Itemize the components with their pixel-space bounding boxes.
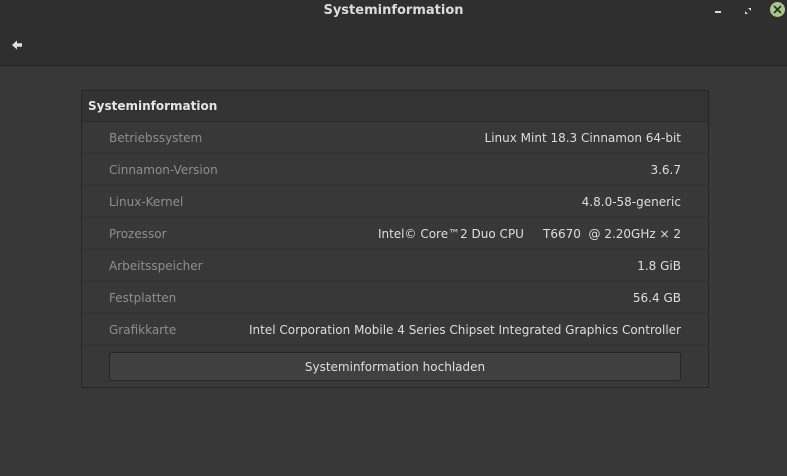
info-row-cinnamon-version: Cinnamon-Version 3.6.7 (82, 154, 708, 186)
system-info-panel: Systeminformation Betriebssystem Linux M… (81, 90, 709, 388)
close-button[interactable] (770, 2, 785, 17)
minimize-button[interactable] (710, 3, 726, 19)
info-label: Cinnamon-Version (109, 162, 218, 177)
info-row-linux-kernel: Linux-Kernel 4.8.0-58-generic (82, 186, 708, 218)
info-value: 4.8.0-58-generic (581, 194, 681, 209)
panel-title: Systeminformation (82, 91, 708, 122)
info-label: Grafikkarte (109, 322, 177, 337)
maximize-button[interactable] (740, 3, 756, 19)
info-value: Intel Corporation Mobile 4 Series Chipse… (248, 322, 681, 337)
info-value: 56.4 GB (632, 290, 681, 305)
info-row-prozessor: Prozessor Intel© Core™2 Duo CPU T6670 @ … (82, 218, 708, 250)
info-row-arbeitsspeicher: Arbeitsspeicher 1.8 GiB (82, 250, 708, 282)
info-label: Betriebssystem (109, 130, 203, 145)
info-value: Intel© Core™2 Duo CPU T6670 @ 2.20GHz × … (377, 226, 681, 241)
back-button[interactable] (9, 37, 25, 53)
upload-system-info-button[interactable]: Systeminformation hochladen (109, 352, 681, 381)
back-arrow-icon (12, 40, 22, 50)
maximize-icon (745, 8, 751, 14)
info-row-festplatten: Festplatten 56.4 GB (82, 282, 708, 314)
info-value: Linux Mint 18.3 Cinnamon 64-bit (484, 130, 681, 145)
info-row-grafikkarte: Grafikkarte Intel Corporation Mobile 4 S… (82, 314, 708, 346)
info-label: Arbeitsspeicher (109, 258, 203, 273)
info-row-betriebssystem: Betriebssystem Linux Mint 18.3 Cinnamon … (82, 122, 708, 154)
info-value: 3.6.7 (650, 162, 681, 177)
info-label: Prozessor (109, 226, 167, 241)
minimize-icon (715, 11, 721, 13)
info-label: Linux-Kernel (109, 194, 184, 209)
window-titlebar: Systeminformation (0, 0, 787, 66)
close-icon (773, 5, 782, 14)
info-value: 1.8 GiB (637, 258, 681, 273)
window-title: Systeminformation (323, 3, 464, 18)
info-label: Festplatten (109, 290, 177, 305)
